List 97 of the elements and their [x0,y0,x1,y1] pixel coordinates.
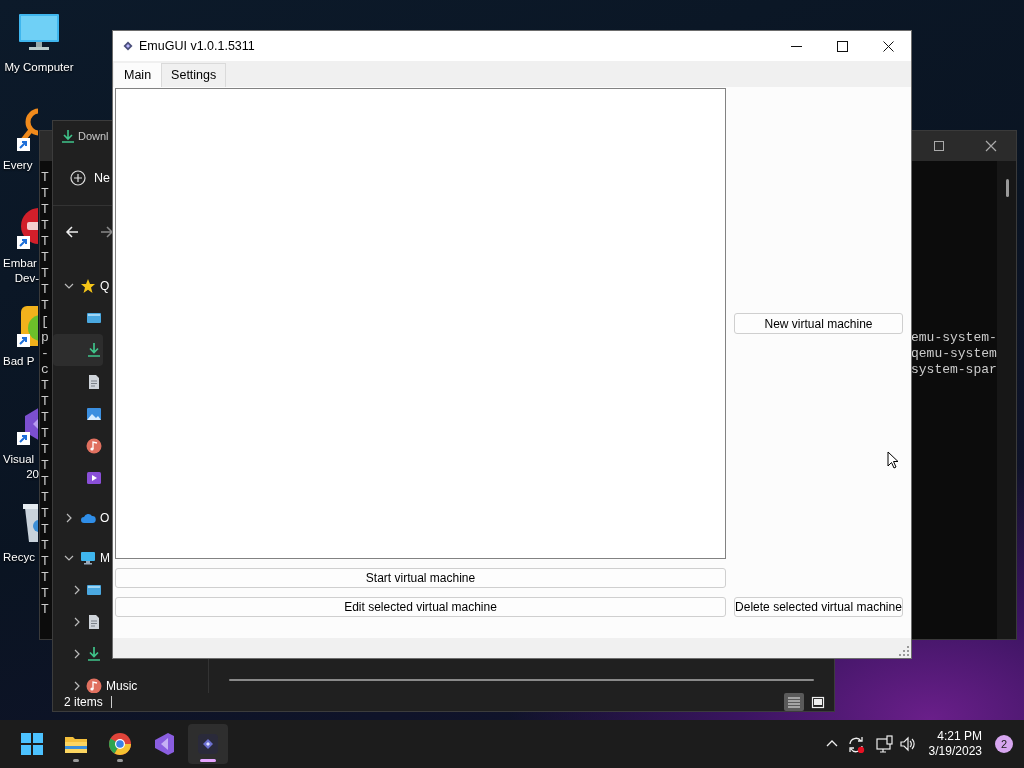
taskbar-button[interactable] [188,724,228,764]
details-view-icon [787,695,801,709]
icon-label: Every [3,158,33,173]
icon-label: Visual [3,452,35,467]
terminal-text: T [40,426,49,442]
terminal-text: T [40,218,49,234]
tiles-view-icon [811,695,825,709]
volume-icon[interactable] [898,735,915,753]
terminal-text: T [40,186,49,202]
terminal-text: T [40,234,49,250]
terminal-text: T [40,266,49,282]
sidebar-item[interactable]: Q [53,270,111,302]
clock[interactable]: 4:21 PM 3/19/2023 [928,729,982,759]
status-text: 2 items [64,694,103,711]
plus-icon [70,170,86,186]
terminal-text: T [40,394,49,410]
icon-label: My Computer [4,60,74,75]
start-icon [20,732,44,756]
chevron-right-icon[interactable] [72,617,82,627]
terminal-text: T [40,522,49,538]
tab[interactable]: Settings [161,63,227,87]
icon-label: Recyc [3,550,35,565]
picture-icon [86,406,102,422]
icon-label: Bad P [3,354,35,369]
terminal-text: qemu-system [911,346,997,362]
icon-label: Embar [3,256,37,271]
game-icon[interactable] [17,304,38,348]
music-icon [86,438,102,454]
button[interactable]: Start virtual machine [115,568,726,588]
icon-label: 20 [26,467,39,482]
button[interactable]: New virtual machine [734,313,903,334]
terminal-text: T [40,410,49,426]
maximize-icon[interactable] [836,40,848,52]
terminal-text: system-spar [911,362,997,378]
terminal-text: T [40,474,49,490]
terminal-text: T [40,442,49,458]
scrollbar[interactable] [229,679,814,681]
forward-arrow-icon[interactable] [100,225,114,239]
cursor-icon [887,451,899,469]
music-icon [86,678,102,693]
close-icon[interactable] [985,140,997,152]
terminal-text: T [40,506,49,522]
terminal-text: T [40,378,49,394]
scrollbar[interactable] [997,161,1016,639]
network-icon[interactable] [874,735,893,753]
chevron-down-icon[interactable] [64,553,74,563]
terminal-text: T [40,202,49,218]
terminal-text: T [40,250,49,266]
desktop-icon [86,310,102,326]
window-title: EmuGUI v1.0.1.5311 [139,37,255,55]
document-icon [86,614,102,630]
back-arrow-icon[interactable] [65,225,79,239]
terminal-text: T [40,586,49,602]
terminal-text: T [40,570,49,586]
ribbon-icon [152,732,176,756]
terminal-text: T [40,554,49,570]
terminal-text: T [40,282,49,298]
terminal-text: - [40,346,49,362]
terminal-text: p [40,330,49,346]
download-icon [61,129,75,143]
sync-icon[interactable] [846,735,865,753]
window-title: Downl [78,128,109,144]
tab[interactable]: Main [114,63,162,87]
terminal-text: T [40,170,49,186]
terminal-text: c [40,362,49,378]
close-icon[interactable] [882,40,894,52]
button[interactable]: Edit selected virtual machine [115,597,726,617]
download-icon [86,646,102,662]
download-icon [86,342,102,358]
video-icon [86,470,102,486]
button[interactable]: Delete selected virtual machine [734,597,903,617]
notification-badge[interactable]: 2 [995,735,1013,753]
computer-icon [80,550,96,566]
sidebar-item[interactable]: M [53,542,111,574]
new-button[interactable]: Ne [70,168,110,188]
maximize-icon[interactable] [933,140,945,152]
terminal-text: [ [40,314,49,330]
star-icon [80,278,96,294]
chevron-right-icon[interactable] [72,681,82,691]
terminal-text: T [40,490,49,506]
chevron-down-icon[interactable] [64,281,74,291]
terminal-text: emu-system- [911,330,997,346]
icon-label: Dev- [14,271,39,286]
document-icon [86,374,102,390]
app-icon [123,41,133,51]
chevron-right-icon[interactable] [72,585,82,595]
sidebar-item[interactable]: O [53,502,111,534]
sidebar-item[interactable]: Music [53,670,139,693]
chevron-right-icon[interactable] [64,513,74,523]
terminal-text: T [40,602,49,618]
desktop-icon [86,582,102,598]
terminal-text: T [40,298,49,314]
terminal-text: T [40,458,49,474]
chevron-right-icon[interactable] [72,649,82,659]
resize-grip-icon[interactable] [899,646,909,656]
terminal-text: T [40,538,49,554]
browser-icon [108,732,132,756]
